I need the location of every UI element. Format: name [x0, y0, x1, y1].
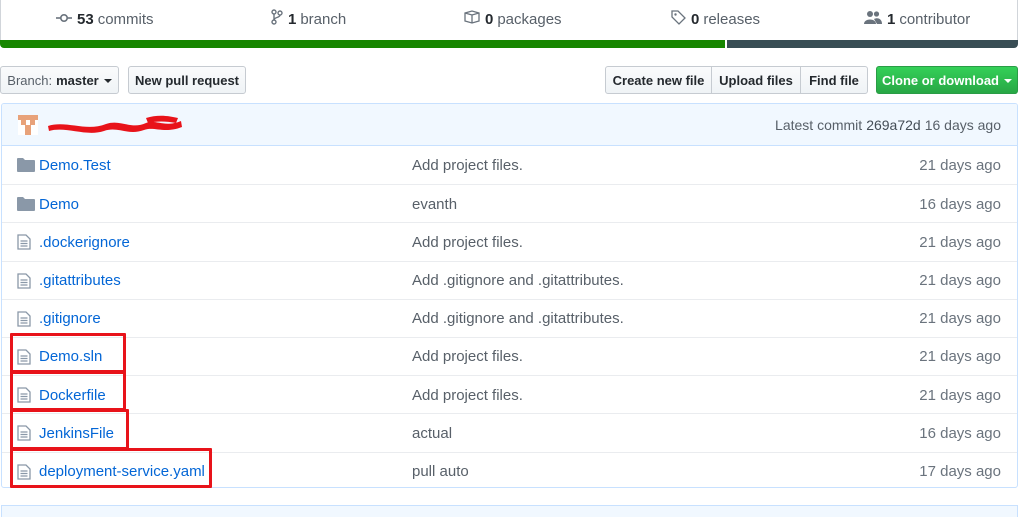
language-segment[interactable] [0, 40, 726, 48]
language-stats-bar[interactable] [0, 40, 1018, 48]
commit-message-link[interactable]: Add .gitignore and .gitattributes. [412, 262, 624, 300]
find-file-button[interactable]: Find file [800, 66, 868, 94]
file-name-link[interactable]: Demo [39, 185, 79, 223]
commit-age: 21 days ago [919, 156, 1001, 174]
commit-age: 17 days ago [919, 463, 1001, 480]
commit-age: 21 days ago [919, 348, 1001, 366]
readme-header-strip [1, 505, 1018, 517]
commit-age: 21 days ago [919, 272, 1001, 290]
contributor-stat[interactable]: 1 contributor [864, 0, 970, 38]
branch-value: master [56, 72, 99, 88]
releases-label: releases [703, 10, 761, 28]
file-row: Demo.Test Add project files. 21 days ago [2, 146, 1017, 184]
new-pull-request-button[interactable]: New pull request [128, 66, 246, 94]
caret-down-icon [103, 79, 112, 83]
language-segment[interactable] [727, 40, 1018, 48]
branch-count: 1 [288, 10, 297, 28]
branch-prefix: Branch: [7, 72, 53, 88]
commit-age: 16 days ago [919, 424, 1001, 442]
latest-commit-info: Latest commit 269a72d 16 days ago [775, 104, 1001, 145]
history-icon [56, 11, 72, 28]
latest-commit-bar: Latest commit 269a72d 16 days ago [2, 104, 1017, 146]
contributor-label: contributor [899, 10, 971, 28]
tag-icon [671, 9, 686, 29]
releases-stat[interactable]: 0 releases [671, 0, 760, 38]
file-row: .gitattributes Add .gitignore and .gitatt… [2, 260, 1017, 300]
folder-icon [17, 157, 35, 173]
commit-message-link[interactable]: Add .gitignore and .gitattributes. [412, 300, 624, 338]
commits-stat[interactable]: 53 commits [56, 0, 154, 38]
commit-message-link[interactable]: pull auto [412, 453, 469, 488]
file-table: Latest commit 269a72d 16 days ago Demo.T… [1, 103, 1018, 488]
releases-count: 0 [691, 10, 700, 28]
red-annotation-box [10, 333, 126, 374]
clone-or-download-label: Clone or download [882, 72, 999, 88]
file-name-link[interactable]: .gitattributes [39, 262, 121, 300]
commit-age: 21 days ago [919, 233, 1001, 251]
branch-select-button[interactable]: Branch: master [0, 66, 119, 94]
file-row: JenkinsFile actual 16 days ago [2, 413, 1017, 451]
commit-message-link[interactable]: evanth [412, 185, 457, 223]
red-annotation-box [10, 447, 212, 488]
people-icon [864, 10, 882, 28]
create-new-file-button[interactable]: Create new file [605, 66, 712, 94]
commit-message-link[interactable]: Add project files. [412, 376, 523, 414]
package-icon [464, 10, 480, 28]
latest-commit-prefix: Latest commit [775, 116, 863, 133]
file-icon [17, 272, 35, 289]
commits-count: 53 [77, 10, 94, 28]
commit-age: 16 days ago [919, 195, 1001, 213]
repo-summary-bar: 53 commits 1 branch 0 packages 0 release… [0, 0, 1018, 40]
file-icon [17, 311, 35, 327]
clone-or-download-button[interactable]: Clone or download [876, 66, 1018, 94]
contributor-count: 1 [887, 10, 896, 28]
file-row: .gitignore Add .gitignore and .gitattribu… [2, 298, 1017, 338]
file-icon [17, 234, 35, 251]
packages-count: 0 [485, 10, 494, 28]
commit-message-link[interactable]: actual [412, 414, 452, 452]
folder-icon [17, 196, 35, 212]
file-name-link[interactable]: .dockerignore [39, 223, 130, 261]
commit-message-link[interactable]: Add project files. [412, 146, 523, 184]
file-row: Dockerfile Add project files. 21 days ago [2, 375, 1017, 413]
red-annotation-box [10, 371, 126, 412]
redacted-author-scribble [48, 115, 182, 133]
commit-age: 21 days ago [919, 386, 1001, 404]
commits-label: commits [97, 10, 154, 28]
caret-down-icon [1004, 79, 1012, 83]
file-list: Demo.Test Add project files. 21 days ago De… [2, 146, 1017, 488]
file-row: Demo.sln Add project files. 21 days ago [2, 336, 1017, 376]
file-row: Demo evanth 16 days ago [2, 184, 1017, 222]
avatar[interactable] [18, 115, 38, 135]
latest-commit-age: 16 days ago [924, 116, 1001, 133]
packages-stat[interactable]: 0 packages [464, 0, 562, 38]
file-row: .dockerignore Add project files. 21 days a… [2, 222, 1017, 260]
branch-label: branch [300, 10, 347, 28]
commit-age: 21 days ago [919, 310, 1001, 328]
file-name-link[interactable]: Demo.Test [39, 146, 111, 184]
commit-message-link[interactable]: Add project files. [412, 338, 523, 376]
commit-message-link[interactable]: Add project files. [412, 223, 523, 261]
branch-stat[interactable]: 1 branch [271, 0, 346, 38]
commit-sha-link[interactable]: 269a72d [866, 117, 921, 133]
git-branch-icon [271, 9, 283, 29]
upload-files-button[interactable]: Upload files [711, 66, 801, 94]
packages-label: packages [497, 10, 562, 28]
red-annotation-box [10, 409, 129, 450]
